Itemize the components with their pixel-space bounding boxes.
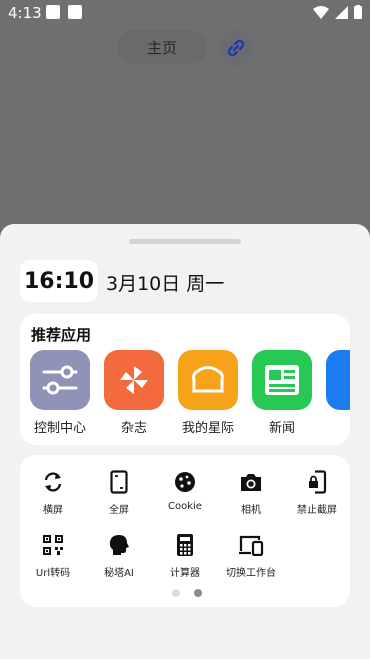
tool-cookie[interactable]: Cookie xyxy=(152,469,218,516)
camera-icon xyxy=(238,469,264,495)
tool-label: 禁止截屏 xyxy=(297,505,337,516)
tool-label: Cookie xyxy=(168,501,202,512)
app-label: 杂志 xyxy=(120,421,147,436)
tool-switch-workspace[interactable]: 切换工作台 xyxy=(218,532,284,579)
app-news[interactable]: 新闻 xyxy=(252,350,312,436)
tool-metaso-ai[interactable]: 秘塔AI xyxy=(86,532,152,579)
calculator-icon xyxy=(172,532,198,558)
qr-code-icon xyxy=(40,532,66,558)
page-dot[interactable] xyxy=(172,589,180,597)
home-tab[interactable]: 主页 xyxy=(117,30,207,64)
clock-display: 16:10 xyxy=(20,260,98,302)
app-partial[interactable] xyxy=(326,350,350,436)
recommended-apps-card: 推荐应用 控制中心 杂志 我的星际 新闻 xyxy=(20,314,350,445)
tool-url-encode[interactable]: Url转码 xyxy=(20,532,86,579)
app-magazine[interactable]: 杂志 xyxy=(104,350,164,436)
app-control-center[interactable]: 控制中心 xyxy=(30,350,90,436)
date-label: 3月10日 周一 xyxy=(106,273,225,295)
signal-icon xyxy=(335,5,348,19)
app-label: 我的星际 xyxy=(181,421,234,436)
tool-block-screenshot[interactable]: 禁止截屏 xyxy=(284,469,350,516)
notification-icon xyxy=(46,5,60,19)
link-button[interactable] xyxy=(218,30,254,66)
tool-landscape[interactable]: 横屏 xyxy=(20,469,86,516)
tool-label: 切换工作台 xyxy=(226,568,276,579)
bottom-sheet: 16:10 3月10日 周一 推荐应用 控制中心 杂志 我的星际 新闻 横屏 全… xyxy=(0,224,370,659)
cookie-icon xyxy=(172,469,198,495)
page-indicator xyxy=(172,589,202,597)
tool-label: 秘塔AI xyxy=(104,568,134,579)
app-icon-partial xyxy=(326,350,350,410)
tool-label: 全屏 xyxy=(109,505,129,516)
pinwheel-icon xyxy=(104,350,164,410)
tool-label: Url转码 xyxy=(35,568,71,579)
app-label: 新闻 xyxy=(268,421,295,436)
tool-camera[interactable]: 相机 xyxy=(218,469,284,516)
sliders-icon xyxy=(30,350,90,410)
tool-calculator[interactable]: 计算器 xyxy=(152,532,218,579)
fullscreen-phone-icon xyxy=(106,469,132,495)
drag-handle[interactable] xyxy=(129,239,241,244)
clock-time: 16:10 xyxy=(23,268,95,294)
wifi-icon xyxy=(313,5,329,19)
app-label: 控制中心 xyxy=(33,421,86,436)
tools-card: 横屏 全屏 Cookie 相机 禁止截屏 Url转码 秘塔AI 计算器 切换工作… xyxy=(20,455,350,607)
tool-label: 计算器 xyxy=(170,568,200,579)
devices-icon xyxy=(238,532,264,558)
app-my-interstellar[interactable]: 我的星际 xyxy=(178,350,238,436)
lock-phone-icon xyxy=(304,469,330,495)
tool-fullscreen[interactable]: 全屏 xyxy=(86,469,152,516)
tool-label: 横屏 xyxy=(43,505,63,516)
bread-icon xyxy=(178,350,238,410)
ai-head-icon xyxy=(106,532,132,558)
notification-icon xyxy=(68,5,82,19)
recommended-title: 推荐应用 xyxy=(31,326,92,344)
rotate-icon xyxy=(40,469,66,495)
status-time: 4:13 xyxy=(8,4,42,22)
home-tab-label: 主页 xyxy=(146,38,177,57)
status-bar: 4:13 xyxy=(0,0,370,26)
tool-label: 相机 xyxy=(241,505,261,516)
page-dot-active[interactable] xyxy=(194,589,202,597)
battery-icon xyxy=(354,5,362,19)
link-icon xyxy=(227,39,245,57)
news-icon xyxy=(252,350,312,410)
